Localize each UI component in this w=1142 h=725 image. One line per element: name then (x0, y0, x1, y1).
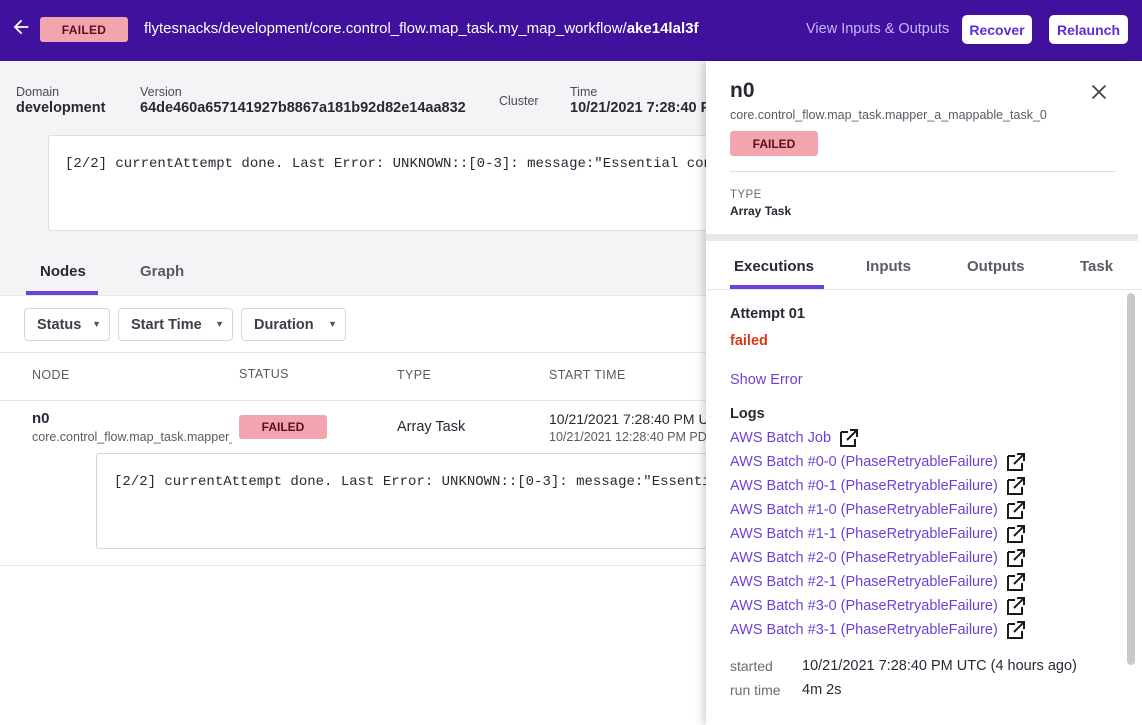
log-link-label: AWS Batch #3-0 (PhaseRetryableFailure) (730, 598, 998, 614)
logs-heading: Logs (730, 406, 765, 422)
tab-executions[interactable]: Executions (734, 258, 814, 275)
external-link-icon (1006, 501, 1025, 519)
external-link-icon (1006, 453, 1025, 471)
log-link-label: AWS Batch #0-0 (PhaseRetryableFailure) (730, 454, 998, 470)
external-link-icon (1006, 525, 1025, 543)
panel-scrollbar[interactable] (1127, 293, 1135, 665)
column-header-status: STATUS (239, 367, 289, 381)
panel-subtitle: core.control_flow.map_task.mapper_a_mapp… (730, 108, 1047, 122)
chevron-down-icon: ▼ (215, 319, 224, 329)
log-link-label: AWS Batch #1-1 (PhaseRetryableFailure) (730, 526, 998, 542)
attempt-status: failed (730, 333, 768, 349)
column-header-type: TYPE (397, 368, 432, 382)
domain-label: Domain (16, 85, 60, 99)
external-link-icon (1006, 597, 1025, 615)
execution-metadata: Domain development Version 64de460a65714… (0, 61, 706, 296)
version-label: Version (140, 85, 182, 99)
version-field: Version 64de460a657141927b8867a181b92d82… (140, 85, 466, 116)
panel-type-value: Array Task (730, 204, 792, 218)
column-header-node: NODE (32, 368, 70, 382)
top-bar: FAILED flytesnacks/development/core.cont… (0, 0, 1142, 61)
node-start-time-local: 10/21/2021 12:28:40 PM PDT (549, 430, 706, 444)
panel-title: n0 (730, 79, 755, 102)
breadcrumb-path[interactable]: flytesnacks/development/core.control_flo… (144, 20, 627, 37)
external-link-icon (1006, 573, 1025, 591)
divider (0, 565, 706, 566)
log-link-label: AWS Batch #1-0 (PhaseRetryableFailure) (730, 502, 998, 518)
node-status-badge: FAILED (239, 415, 327, 439)
back-arrow-icon[interactable] (10, 16, 32, 38)
log-link-label: AWS Batch #3-1 (PhaseRetryableFailure) (730, 622, 998, 638)
log-link-label: AWS Batch #0-1 (PhaseRetryableFailure) (730, 478, 998, 494)
divider (0, 352, 706, 353)
tab-task[interactable]: Task (1080, 258, 1113, 275)
node-detail-panel: n0 core.control_flow.map_task.mapper_a_m… (706, 61, 1142, 725)
status-filter[interactable]: Status ▼ (24, 308, 110, 341)
external-link-icon (1006, 477, 1025, 495)
start-time-filter[interactable]: Start Time ▼ (118, 308, 233, 341)
node-error-box: [2/2] currentAttempt done. Last Error: U… (96, 453, 706, 549)
log-link[interactable]: AWS Batch #1-1 (PhaseRetryableFailure) (730, 524, 1026, 544)
panel-type-label: TYPE (730, 189, 762, 201)
cluster-label: Cluster (499, 94, 539, 108)
external-link-icon (1006, 621, 1025, 639)
execution-details: Domain development Version 64de460a65714… (0, 61, 706, 725)
start-time-filter-label: Start Time (131, 316, 202, 333)
time-value: 10/21/2021 7:28:40 PM (570, 100, 706, 116)
runtime-value: 4m 2s (802, 682, 842, 698)
breadcrumb: flytesnacks/development/core.control_flo… (144, 20, 698, 37)
cluster-field: Cluster (499, 94, 539, 108)
time-label: Time (570, 85, 598, 99)
view-inputs-outputs-link[interactable]: View Inputs & Outputs (806, 21, 949, 37)
external-link-icon (1006, 549, 1025, 567)
panel-status-badge: FAILED (730, 131, 818, 156)
recover-button[interactable]: Recover (962, 15, 1032, 44)
node-type: Array Task (397, 419, 466, 435)
log-link-label: AWS Batch #2-1 (PhaseRetryableFailure) (730, 574, 998, 590)
time-field: Time 10/21/2021 7:28:40 PM (570, 85, 706, 116)
domain-field: Domain development (16, 85, 105, 116)
runtime-label: run time (730, 682, 781, 698)
log-link[interactable]: AWS Batch #0-0 (PhaseRetryableFailure) (730, 452, 1026, 472)
version-value: 64de460a657141927b8867a181b92d82e14aa832 (140, 100, 466, 116)
log-link-label: AWS Batch Job (730, 430, 832, 446)
log-link[interactable]: AWS Batch #2-1 (PhaseRetryableFailure) (730, 572, 1026, 592)
column-header-start-time: START TIME (549, 368, 626, 382)
tab-inputs[interactable]: Inputs (866, 258, 911, 275)
section-divider (706, 234, 1138, 241)
started-label: started (730, 658, 773, 674)
log-link[interactable]: AWS Batch #0-1 (PhaseRetryableFailure) (730, 476, 1026, 496)
log-link[interactable]: AWS Batch #2-0 (PhaseRetryableFailure) (730, 548, 1026, 568)
duration-filter-label: Duration (254, 316, 314, 333)
tab-graph[interactable]: Graph (140, 263, 184, 280)
tab-nodes[interactable]: Nodes (40, 263, 86, 280)
tab-outputs[interactable]: Outputs (967, 258, 1025, 275)
log-link[interactable]: AWS Batch #3-0 (PhaseRetryableFailure) (730, 596, 1026, 616)
execution-error-box: [2/2] currentAttempt done. Last Error: U… (48, 135, 706, 231)
log-link-label: AWS Batch #2-0 (PhaseRetryableFailure) (730, 550, 998, 566)
duration-filter[interactable]: Duration ▼ (241, 308, 346, 341)
log-link[interactable]: AWS Batch #3-1 (PhaseRetryableFailure) (730, 620, 1026, 640)
execution-id: ake14lal3f (626, 20, 699, 37)
attempt-title: Attempt 01 (730, 306, 805, 322)
close-icon[interactable] (1088, 81, 1110, 103)
external-link-icon (840, 429, 859, 447)
divider (730, 171, 1115, 172)
node-start-time: 10/21/2021 7:28:40 PM UTC (549, 411, 706, 427)
domain-value: development (16, 100, 106, 116)
divider (0, 400, 706, 401)
started-value: 10/21/2021 7:28:40 PM UTC (4 hours ago) (802, 658, 1077, 674)
node-name[interactable]: n0 (32, 410, 50, 427)
execution-status-badge: FAILED (40, 17, 128, 42)
log-link[interactable]: AWS Batch #1-0 (PhaseRetryableFailure) (730, 500, 1026, 520)
chevron-down-icon: ▼ (328, 319, 337, 329)
divider (706, 289, 1142, 290)
relaunch-button[interactable]: Relaunch (1049, 15, 1128, 44)
status-filter-label: Status (37, 316, 82, 333)
node-task-name: core.control_flow.map_task.mapper_a_mapp… (32, 430, 232, 444)
show-error-link[interactable]: Show Error (730, 372, 803, 388)
log-link[interactable]: AWS Batch Job (730, 428, 859, 448)
chevron-down-icon: ▼ (92, 319, 101, 329)
divider (0, 295, 706, 296)
